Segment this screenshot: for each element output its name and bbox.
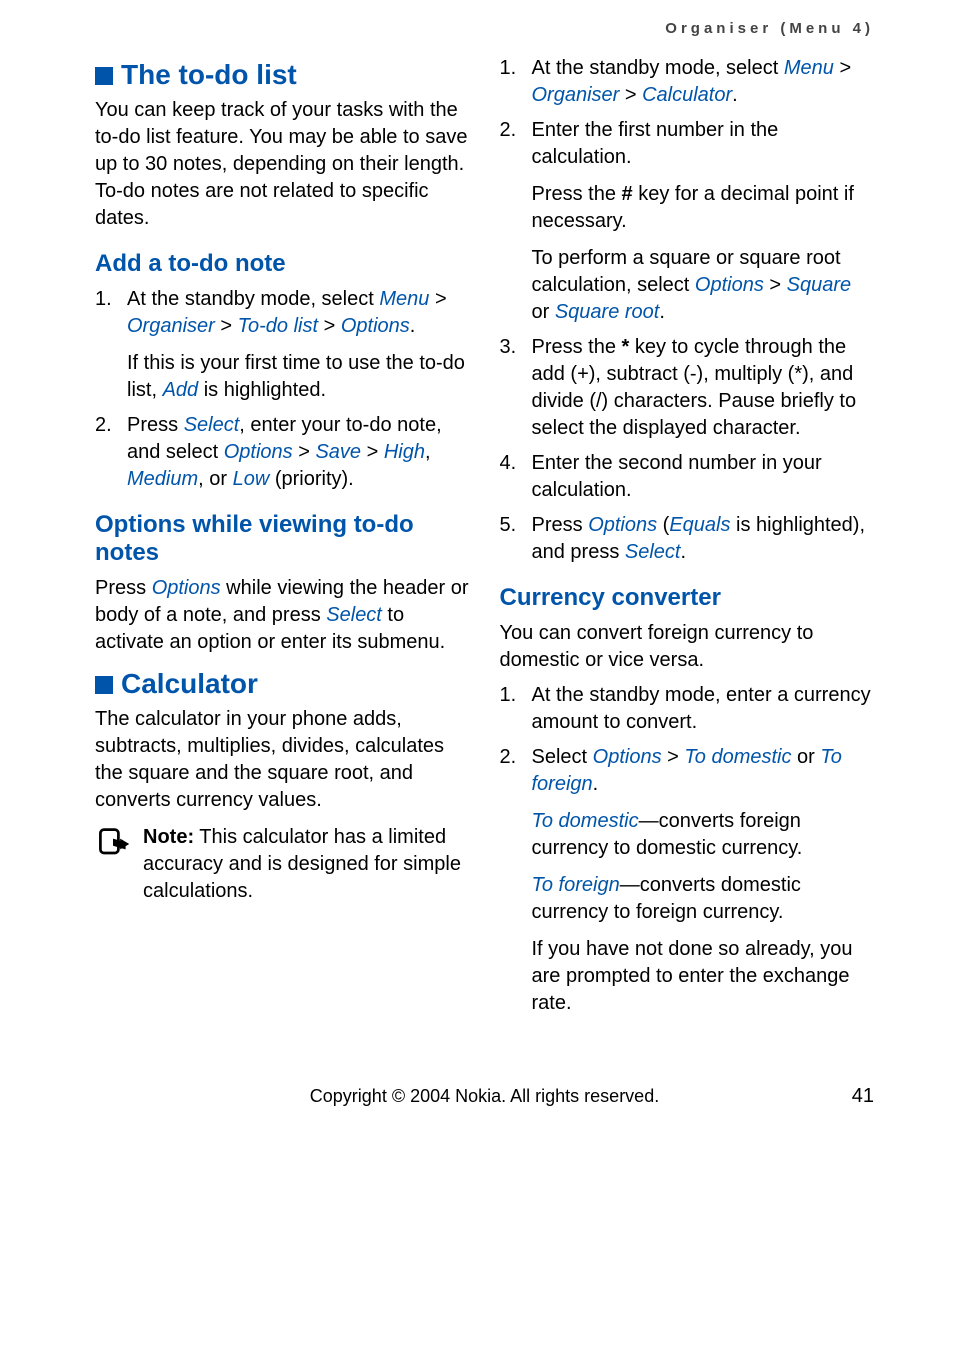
section-todo-title: The to-do list — [95, 59, 470, 91]
cc-step-1: At the standby mode, enter a currency am… — [500, 682, 875, 736]
calc-steps: At the standby mode, select Menu > Organ… — [500, 55, 875, 566]
options-viewing-para: Press Options while viewing the header o… — [95, 575, 470, 656]
note-block: Note: This calculator has a limited accu… — [95, 824, 470, 905]
right-column: At the standby mode, select Menu > Organ… — [500, 47, 875, 1025]
calc-step-3: Press the * key to cycle through the add… — [500, 334, 875, 442]
sub-currency-converter: Currency converter — [500, 584, 875, 612]
square-bullet-icon — [95, 67, 113, 85]
copyright: Copyright © 2004 Nokia. All rights reser… — [155, 1086, 814, 1107]
note-icon — [95, 824, 131, 905]
cc-intro: You can convert foreign currency to dome… — [500, 620, 875, 674]
note-text: Note: This calculator has a limited accu… — [143, 824, 470, 905]
square-bullet-icon — [95, 676, 113, 694]
add-step-2: Press Select, enter your to-do note, and… — [95, 412, 470, 493]
add-step-1: At the standby mode, select Menu > Organ… — [95, 286, 470, 404]
todo-intro: You can keep track of your tasks with th… — [95, 97, 470, 232]
calc-step-1: At the standby mode, select Menu > Organ… — [500, 55, 875, 109]
footer: Copyright © 2004 Nokia. All rights reser… — [95, 1085, 874, 1108]
cc-steps: At the standby mode, enter a currency am… — [500, 682, 875, 1017]
page-header: Organiser (Menu 4) — [95, 20, 874, 37]
calc-step-2: Enter the first number in the calculatio… — [500, 117, 875, 326]
calc-step-4: Enter the second number in your calculat… — [500, 450, 875, 504]
section-calc-title: Calculator — [95, 668, 470, 700]
calc-intro: The calculator in your phone adds, subtr… — [95, 706, 470, 814]
page-number: 41 — [814, 1085, 874, 1108]
cc-step-2: Select Options > To domestic or To forei… — [500, 744, 875, 1017]
left-column: The to-do list You can keep track of you… — [95, 47, 470, 1025]
sub-add-todo: Add a to-do note — [95, 250, 470, 278]
calc-step-5: Press Options (Equals is highlighted), a… — [500, 512, 875, 566]
add-todo-steps: At the standby mode, select Menu > Organ… — [95, 286, 470, 493]
sub-options-viewing: Options while viewing to-do notes — [95, 511, 470, 567]
